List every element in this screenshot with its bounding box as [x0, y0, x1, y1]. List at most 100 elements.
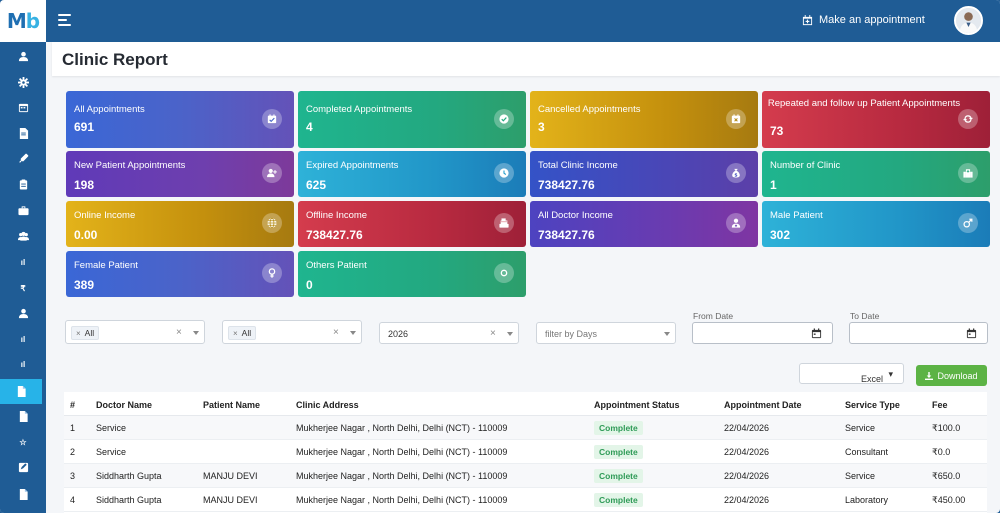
syringe-icon	[18, 153, 28, 163]
stat-card[interactable]: All Appointments 691	[66, 91, 294, 148]
stat-card[interactable]: New Patient Appointments 198	[66, 151, 294, 197]
chevron-down-icon[interactable]	[193, 331, 199, 335]
clinic-filter-select[interactable]: × All ×	[222, 320, 362, 344]
make-appointment-button[interactable]: Make an appointment	[802, 14, 925, 26]
clear-icon[interactable]: ×	[176, 327, 182, 338]
stat-card-label: Offline Income	[306, 210, 368, 221]
column-header[interactable]: Appointment Date	[724, 400, 802, 410]
column-header[interactable]: Doctor Name	[96, 400, 152, 410]
from-date-input[interactable]	[692, 322, 833, 344]
clinic-filter-chip[interactable]: × All	[228, 326, 257, 340]
sidebar-item-clipboard-6[interactable]	[0, 172, 46, 197]
sidebar-item-document-14[interactable]	[0, 379, 42, 404]
cell-doctor: Siddharth Gupta	[96, 471, 162, 481]
stat-card-value: 1	[770, 178, 777, 192]
check-circle-icon	[499, 114, 509, 124]
sidebar: Mb ıl ₹ ıl ıl ☆	[0, 0, 46, 513]
stat-card-icon-badge	[726, 213, 746, 233]
stat-card[interactable]: Online Income 0.00	[66, 201, 294, 247]
user-avatar[interactable]	[954, 6, 983, 35]
column-header[interactable]: Patient Name	[203, 400, 260, 410]
stat-card[interactable]: Cancelled Appointments 3	[530, 91, 758, 148]
chevron-down-icon[interactable]	[350, 331, 356, 335]
remove-chip-icon[interactable]: ×	[76, 329, 81, 338]
stat-card-icon-badge	[958, 109, 978, 129]
top-bar: Make an appointment	[46, 0, 1000, 42]
remove-chip-icon[interactable]: ×	[233, 329, 238, 338]
column-header[interactable]: Appointment Status	[594, 400, 680, 410]
download-button[interactable]: Download	[916, 365, 987, 386]
column-header[interactable]: Clinic Address	[296, 400, 359, 410]
clear-icon[interactable]: ×	[490, 328, 496, 339]
stat-card-value: 302	[770, 228, 791, 242]
stat-card[interactable]: Repeated and follow up Patient Appointme…	[762, 91, 990, 148]
calendar-icon[interactable]	[966, 328, 977, 339]
sidebar-item-users-8[interactable]	[0, 224, 46, 249]
column-header[interactable]: Service Type	[845, 400, 900, 410]
sidebar-item-bar-chart-12[interactable]: ıl	[0, 327, 46, 352]
stat-card[interactable]: Offline Income 738427.76	[298, 201, 526, 247]
sidebar-item-bar-chart-13[interactable]: ıl	[0, 352, 46, 377]
stat-card-icon-badge	[262, 109, 282, 129]
export-format-value: Excel ▾	[860, 369, 893, 384]
table-row[interactable]: 2 Service Mukherjee Nagar , North Delhi, D…	[64, 440, 987, 464]
sidebar-item-bar-chart-9[interactable]: ıl	[0, 250, 46, 275]
stat-card-label: Male Patient	[770, 210, 823, 221]
stat-card-icon-badge	[262, 213, 282, 233]
user-icon	[18, 308, 28, 319]
export-format-select[interactable]: Excel ▾	[799, 363, 904, 384]
briefcase-icon	[17, 206, 29, 216]
stat-card[interactable]: Number of Clinic 1	[762, 151, 990, 197]
sidebar-item-file-4[interactable]	[0, 121, 46, 146]
column-header[interactable]: #	[70, 400, 75, 410]
chevron-down-icon[interactable]	[664, 332, 670, 336]
stat-card[interactable]: Others Patient 0	[298, 251, 526, 297]
sidebar-item-star-16[interactable]: ☆	[0, 430, 46, 455]
stat-card-label: New Patient Appointments	[74, 160, 186, 171]
cell-num: 2	[70, 447, 76, 457]
stat-card-icon-badge	[494, 109, 514, 129]
bar-chart-icon: ıl	[20, 360, 26, 369]
sidebar-item-document-18[interactable]	[0, 482, 46, 507]
stat-card-value: 389	[74, 278, 95, 292]
table-row[interactable]: 4 Siddharth Gupta MANJU DEVI Mukherjee Naga…	[64, 488, 987, 512]
page-header: Clinic Report	[52, 42, 1000, 76]
stat-card[interactable]: Total Clinic Income 738427.76 $	[530, 151, 758, 197]
menu-toggle-icon[interactable]	[58, 14, 71, 26]
sidebar-item-user-1[interactable]	[0, 44, 46, 69]
page-title: Clinic Report	[62, 50, 168, 69]
column-header[interactable]: Fee	[932, 400, 948, 410]
stat-card[interactable]: Completed Appointments 4	[298, 91, 526, 148]
stat-card[interactable]: All Doctor Income 738427.76	[530, 201, 758, 247]
cell-fee: ₹650.0	[932, 471, 961, 481]
sidebar-item-rupee-10[interactable]: ₹	[0, 276, 46, 301]
sidebar-item-syringe-5[interactable]	[0, 146, 46, 171]
sidebar-item-briefcase-7[interactable]	[0, 198, 46, 223]
stat-card-value: 198	[74, 178, 95, 192]
stat-card-value: 691	[74, 120, 95, 134]
stat-card[interactable]: Female Patient 389	[66, 251, 294, 297]
days-filter-select[interactable]: filter by Days	[536, 322, 676, 344]
stat-card-label: Number of Clinic	[770, 160, 841, 171]
table-row[interactable]: 3 Siddharth Gupta MANJU DEVI Mukherjee Naga…	[64, 464, 987, 488]
stat-card-label: Online Income	[74, 210, 136, 221]
cell-address: Mukherjee Nagar , North Delhi, Delhi (NC…	[296, 447, 508, 457]
doctor-filter-chip[interactable]: × All	[71, 326, 100, 340]
sidebar-item-document-15[interactable]	[0, 404, 46, 429]
sidebar-item-gear-2[interactable]	[0, 70, 46, 95]
clear-icon[interactable]: ×	[333, 327, 339, 338]
cell-date: 22/04/2026	[724, 423, 770, 433]
doctor-icon	[731, 218, 741, 228]
table-row[interactable]: 1 Service Mukherjee Nagar , North Delhi, D…	[64, 416, 987, 440]
calendar-icon[interactable]	[811, 328, 822, 339]
doctor-filter-select[interactable]: × All ×	[65, 320, 205, 344]
stat-card[interactable]: Expired Appointments 625	[298, 151, 526, 197]
to-date-input[interactable]	[849, 322, 988, 344]
sidebar-item-edit-17[interactable]	[0, 455, 46, 480]
chevron-down-icon[interactable]	[507, 332, 513, 336]
sidebar-item-calendar-3[interactable]	[0, 95, 46, 120]
sidebar-item-user-11[interactable]	[0, 301, 46, 326]
logo[interactable]: Mb	[0, 0, 46, 42]
stat-card[interactable]: Male Patient 302	[762, 201, 990, 247]
year-select[interactable]: 2026 ×	[379, 322, 519, 344]
